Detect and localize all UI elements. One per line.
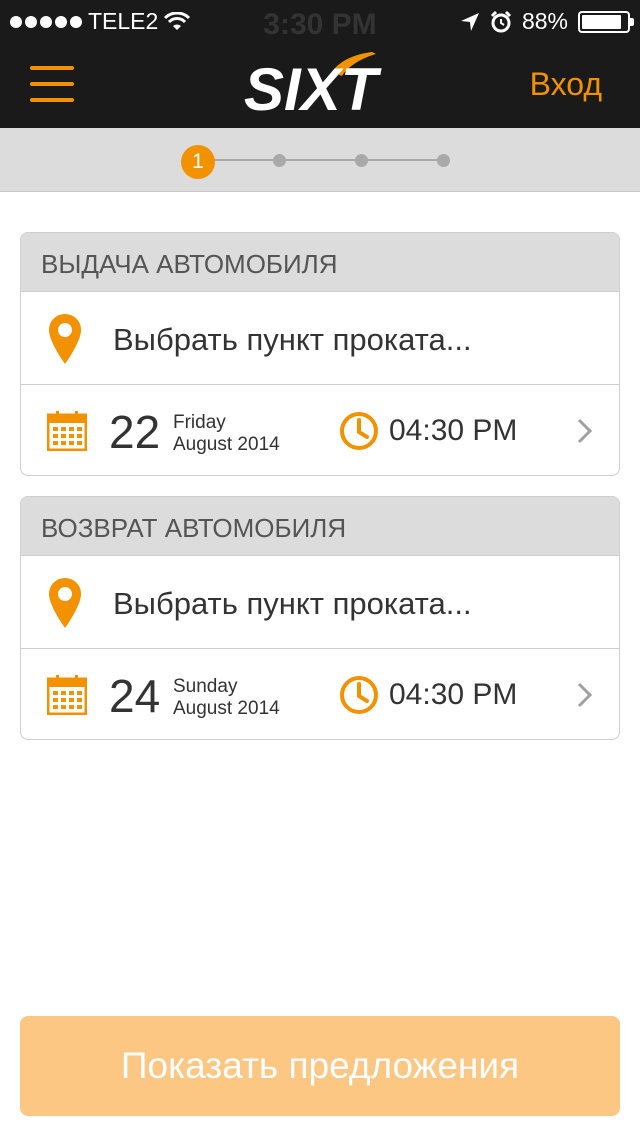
- menu-icon-line: [30, 82, 74, 86]
- alarm-icon: [490, 10, 512, 32]
- location-arrow-icon: [460, 12, 479, 31]
- step-2-dot: [273, 154, 286, 167]
- return-header: ВОЗВРАТ АВТОМОБИЛЯ: [21, 497, 619, 556]
- return-card: ВОЗВРАТ АВТОМОБИЛЯ Выбрать пункт проката…: [20, 496, 620, 740]
- pickup-datetime-row[interactable]: 22 Friday August 2014 04:30 PM: [21, 385, 619, 475]
- step-1-active: 1: [181, 145, 215, 179]
- menu-button[interactable]: [30, 66, 74, 102]
- pickup-location-row[interactable]: Выбрать пункт проката...: [21, 292, 619, 385]
- battery-fill: [582, 14, 621, 29]
- return-weekday: Sunday: [173, 676, 238, 697]
- pickup-header: ВЫДАЧА АВТОМОБИЛЯ: [21, 233, 619, 292]
- status-right: 88%: [460, 8, 634, 35]
- pickup-day: 22: [109, 406, 161, 458]
- return-datetime-row[interactable]: 24 Sunday August 2014 04:30 PM: [21, 649, 619, 739]
- clock-icon: [340, 676, 378, 714]
- chevron-right-icon: [577, 682, 593, 708]
- nav-bar: SIXT Вход: [0, 40, 640, 128]
- menu-icon-line: [30, 98, 74, 102]
- return-location-placeholder: Выбрать пункт проката...: [113, 586, 472, 621]
- clock-icon: [340, 412, 378, 450]
- step-4-dot: [437, 154, 450, 167]
- calendar-icon: [47, 411, 87, 451]
- chevron-right-icon: [577, 418, 593, 444]
- return-month-year: August 2014: [173, 698, 280, 719]
- status-bar: TELE2 3:30 PM 88%: [0, 0, 640, 41]
- pickup-time: 04:30 PM: [389, 414, 518, 447]
- logo-text: SIXT: [244, 56, 382, 114]
- return-location-row[interactable]: Выбрать пункт проката...: [21, 556, 619, 649]
- pickup-location-placeholder: Выбрать пункт проката...: [113, 322, 472, 357]
- return-day: 24: [109, 670, 161, 722]
- location-pin-icon: [49, 578, 81, 628]
- calendar-icon: [47, 675, 87, 715]
- show-offers-button[interactable]: Показать предложения: [20, 1016, 620, 1116]
- pickup-weekday: Friday: [173, 412, 226, 433]
- return-time: 04:30 PM: [389, 678, 518, 711]
- sixt-logo: SIXT: [244, 52, 382, 114]
- stepper-line: [212, 159, 442, 161]
- battery-icon: [578, 10, 634, 33]
- pickup-month-year: August 2014: [173, 434, 280, 455]
- login-button[interactable]: Вход: [530, 66, 602, 103]
- progress-stepper: [0, 128, 640, 192]
- battery-percent: 88%: [521, 8, 568, 34]
- step-3-dot: [355, 154, 368, 167]
- location-pin-icon: [49, 314, 81, 364]
- pickup-card: ВЫДАЧА АВТОМОБИЛЯ Выбрать пункт проката.…: [20, 232, 620, 476]
- menu-icon: [30, 66, 74, 70]
